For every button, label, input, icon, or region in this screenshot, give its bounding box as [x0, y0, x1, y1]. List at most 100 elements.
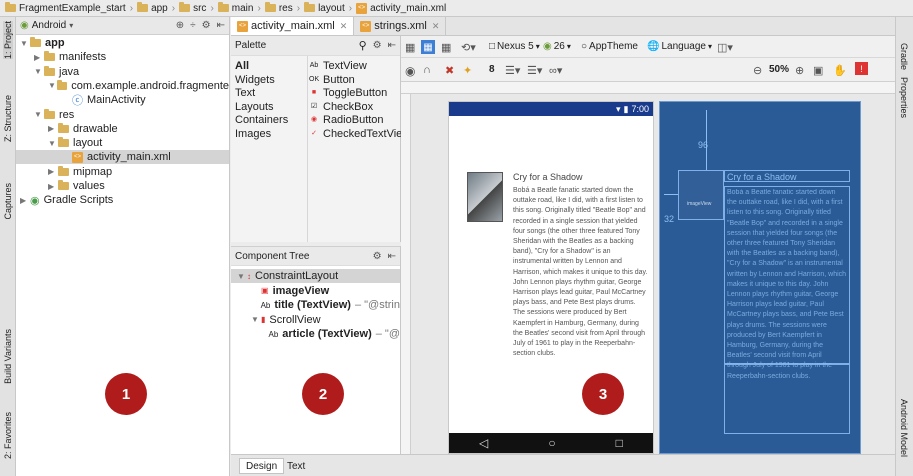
chevron-down-icon[interactable]: ▾	[69, 21, 73, 30]
palette-item[interactable]: ☑ CheckBox	[309, 101, 373, 113]
component-tree-node[interactable]: Ab article (TextView) – "@	[231, 327, 400, 341]
project-tree-item[interactable]: ▶ ◉ Gradle Scripts	[16, 193, 229, 207]
expand-toggle-icon[interactable]: ▼	[34, 67, 44, 76]
breadcrumb-item[interactable]: layout	[301, 1, 348, 16]
pan-icon[interactable]: ✋	[833, 64, 847, 77]
project-tool-tab[interactable]: 1: Project	[3, 21, 13, 60]
tab-strings[interactable]: <> strings.xml ✕	[354, 17, 447, 35]
tab-activity-main[interactable]: <> activity_main.xml ✕	[231, 17, 355, 35]
blueprint-scrollview[interactable]: Bobá a Beatle fanatic started down the o…	[724, 186, 850, 380]
layout-variants-icon[interactable]: ◫▾	[717, 41, 733, 54]
pack-icon[interactable]: ☰▾	[505, 64, 520, 77]
project-tree-item[interactable]: ▶ manifests	[16, 50, 229, 64]
project-tree-item[interactable]: ▼ com.example.android.fragmente	[16, 79, 229, 93]
palette-category[interactable]: Images	[235, 128, 271, 140]
expand-toggle-icon[interactable]: ▶	[20, 196, 30, 205]
breadcrumb-item[interactable]: FragmentExample_start	[2, 1, 129, 16]
expand-toggle-icon[interactable]: ▼	[48, 81, 57, 90]
design-mode-icon[interactable]: ▦	[405, 41, 415, 54]
palette-item[interactable]: ✓ CheckedTextView	[309, 128, 410, 140]
search-icon[interactable]: ⚲	[359, 39, 367, 52]
blueprint-title[interactable]: Cry for a Shadow	[724, 170, 850, 182]
album-image[interactable]	[467, 172, 503, 222]
palette-item[interactable]: Ab TextView	[309, 60, 367, 72]
blueprint-imageview[interactable]: imageView	[678, 170, 724, 220]
palette-category[interactable]: Text	[235, 87, 255, 99]
favorites-tool-tab[interactable]: 2: Favorites	[3, 412, 13, 459]
project-tree-item[interactable]: ▶ values	[16, 179, 229, 193]
component-tree-node[interactable]: Ab title (TextView) – "@strin	[231, 298, 400, 312]
hide-icon[interactable]: ⇤	[388, 251, 396, 262]
api-selector[interactable]: ◉ 26 ▾	[543, 41, 571, 52]
breadcrumb-item[interactable]: main	[215, 1, 257, 16]
theme-selector[interactable]: ○ AppTheme	[581, 41, 638, 52]
palette-item[interactable]: ■ ToggleButton	[309, 87, 387, 99]
structure-tool-tab[interactable]: Z: Structure	[3, 95, 13, 142]
expand-toggle-icon[interactable]: ▼	[237, 272, 247, 281]
project-tree-item[interactable]: ▼ layout	[16, 136, 229, 150]
breadcrumb-item[interactable]: <> activity_main.xml	[353, 1, 449, 16]
clear-constraints-icon[interactable]: ✖	[445, 64, 454, 77]
expand-toggle-icon[interactable]: ▼	[48, 139, 58, 148]
palette-category[interactable]: All	[235, 60, 249, 72]
project-tree-item[interactable]: <> activity_main.xml	[16, 150, 229, 165]
project-tree-item[interactable]: ▼ app	[16, 36, 229, 50]
expand-toggle-icon[interactable]: ▶	[48, 124, 58, 133]
back-icon[interactable]: ◁	[479, 436, 488, 450]
preview-title[interactable]: Cry for a Shadow	[513, 172, 583, 182]
project-tree-item[interactable]: ▼ res	[16, 108, 229, 122]
tab-text[interactable]: Text	[281, 458, 311, 474]
align-icon[interactable]: ☰▾	[527, 64, 542, 77]
eye-icon[interactable]: ◉	[405, 64, 415, 78]
hide-icon[interactable]: ⇤	[217, 20, 225, 31]
gradle-tool-tab[interactable]: Gradle	[899, 43, 909, 70]
orientation-icon[interactable]: ⟲▾	[461, 41, 476, 54]
properties-tool-tab[interactable]: Properties	[899, 77, 909, 118]
default-margin-value[interactable]: 8	[489, 64, 495, 75]
magnet-icon[interactable]: ∩	[423, 64, 431, 76]
language-selector[interactable]: 🌐 Language ▾	[647, 41, 712, 52]
expand-toggle-icon[interactable]: ▶	[34, 53, 44, 62]
palette-item[interactable]: ◉ RadioButton	[309, 114, 384, 126]
palette-category[interactable]: Layouts	[235, 101, 274, 113]
expand-toggle-icon[interactable]: ▼	[34, 110, 44, 119]
palette-item[interactable]: OK Button	[309, 74, 355, 86]
both-mode-icon[interactable]: ▦	[441, 41, 451, 54]
guidelines-icon[interactable]: ∞▾	[549, 64, 562, 77]
expand-toggle-icon[interactable]: ▶	[48, 167, 58, 176]
project-tree-item[interactable]: ▶ mipmap	[16, 165, 229, 179]
project-view-selector[interactable]: Android	[32, 20, 66, 31]
device-selector[interactable]: □ Nexus 5 ▾	[489, 41, 540, 52]
breadcrumb-item[interactable]: src	[176, 1, 209, 16]
error-icon[interactable]: !	[855, 62, 868, 75]
infer-constraints-icon[interactable]: ✦	[463, 64, 472, 77]
close-icon[interactable]: ✕	[432, 21, 440, 32]
palette-category[interactable]: Widgets	[235, 74, 275, 86]
project-tree-item[interactable]: ▼ java	[16, 65, 229, 79]
home-icon[interactable]: ○	[548, 436, 555, 450]
tab-design[interactable]: Design	[239, 458, 285, 474]
breadcrumb-item[interactable]: res	[262, 1, 296, 16]
blueprint-mode-icon[interactable]: ▦	[421, 40, 435, 54]
project-tree-item[interactable]: ⓒ MainActivity	[16, 93, 229, 107]
project-tree-item[interactable]: ▶ drawable	[16, 122, 229, 136]
gear-icon[interactable]: ⚙	[202, 20, 211, 31]
gear-icon[interactable]: ⚙	[373, 251, 382, 262]
expand-toggle-icon[interactable]: ▼	[20, 39, 30, 48]
expand-toggle-icon[interactable]: ▼	[251, 315, 261, 324]
component-tree-node[interactable]: ▣ imageView	[231, 284, 400, 298]
sync-icon[interactable]: ⊕	[176, 20, 184, 31]
preview-article[interactable]: Bobá a Beatle fanatic started down the o…	[513, 186, 649, 359]
gear-icon[interactable]: ⚙	[373, 40, 382, 51]
palette-category[interactable]: Containers	[235, 114, 288, 126]
android-model-tool-tab[interactable]: Android Model	[899, 399, 909, 457]
blueprint-preview[interactable]: 96 32 imageView Cry for a Shadow Bobá a …	[659, 101, 861, 454]
recents-icon[interactable]: □	[616, 436, 623, 450]
component-tree-node[interactable]: ▼ ▮ ScrollView	[231, 313, 400, 327]
design-preview[interactable]: ▾ ▮ 7:00 Cry for a Shadow Bobá a Beatle …	[448, 101, 654, 454]
close-icon[interactable]: ✕	[340, 21, 348, 32]
expand-toggle-icon[interactable]: ▶	[48, 182, 58, 191]
zoom-out-icon[interactable]: ⊖	[753, 64, 762, 77]
collapse-icon[interactable]: ÷	[190, 20, 196, 31]
zoom-fit-icon[interactable]: ▣	[813, 64, 823, 77]
